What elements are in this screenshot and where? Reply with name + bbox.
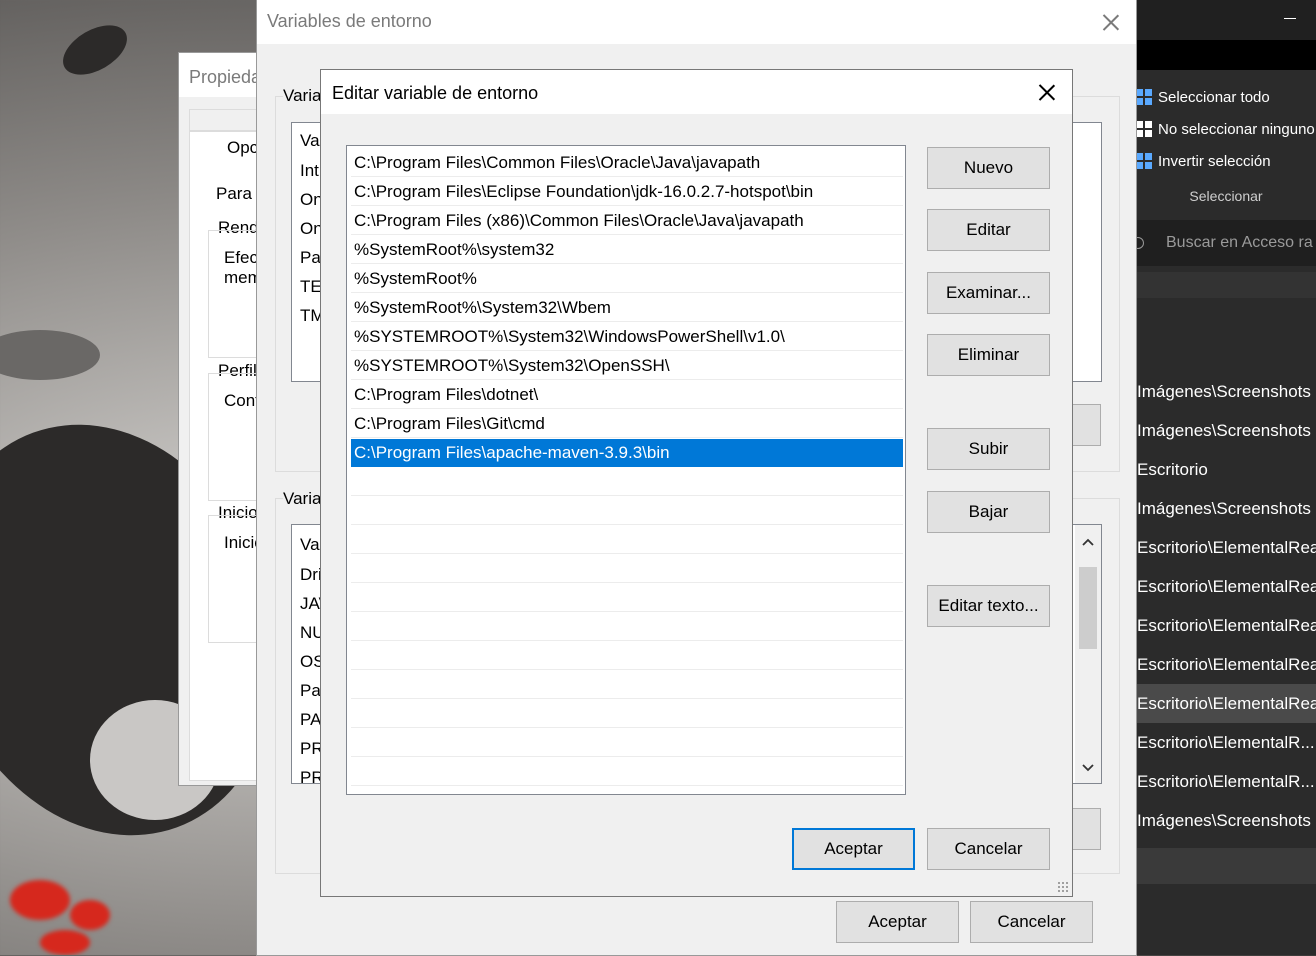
env-cancel-button[interactable]: Cancelar: [970, 901, 1093, 943]
list-item[interactable]: Imágenes\Screenshots: [1136, 801, 1316, 840]
invert-selection-button[interactable]: Invertir selección: [1136, 148, 1271, 174]
empty-row[interactable]: [351, 526, 903, 554]
table-cell[interactable]: TE: [300, 277, 322, 297]
move-down-button[interactable]: Bajar: [927, 491, 1050, 533]
wallpaper-shape: [70, 900, 110, 930]
chevron-up-icon: [1082, 538, 1094, 546]
select-none-icon: [1136, 121, 1152, 137]
browse-button[interactable]: Examinar...: [927, 272, 1050, 314]
quick-access-path-list: Imágenes\Screenshots Imágenes\Screenshot…: [1136, 372, 1316, 840]
empty-row[interactable]: [351, 555, 903, 583]
empty-row[interactable]: [351, 642, 903, 670]
list-item[interactable]: %SYSTEMROOT%\System32\OpenSSH\: [351, 352, 903, 380]
scrollbar[interactable]: [1075, 525, 1101, 783]
list-item[interactable]: Escritorio\ElementalRea: [1136, 528, 1316, 567]
system-variables-label: Varia: [283, 489, 323, 509]
empty-row[interactable]: [351, 729, 903, 757]
list-item[interactable]: C:\Program Files\Common Files\Oracle\Jav…: [351, 149, 903, 177]
scrollbar-graphic: [1079, 538, 1097, 772]
wallpaper-shape: [54, 15, 136, 85]
explorer-tabstrip: [1136, 40, 1316, 70]
explorer-statusbar: [1136, 848, 1316, 884]
chevron-down-icon: [1082, 764, 1094, 772]
user-variables-label: Varia: [283, 86, 323, 106]
window-title: Variables de entorno: [267, 11, 432, 31]
list-item[interactable]: Escritorio\ElementalRea: [1136, 645, 1316, 684]
empty-row[interactable]: [351, 584, 903, 612]
ribbon-group-label: Seleccionar: [1189, 188, 1263, 204]
static-text: Opc: [227, 138, 259, 157]
move-up-button[interactable]: Subir: [927, 428, 1050, 470]
empty-row[interactable]: [351, 497, 903, 525]
empty-row[interactable]: [351, 613, 903, 641]
wallpaper-shape: [10, 880, 70, 920]
list-item[interactable]: Escritorio\ElementalR...: [1136, 723, 1316, 762]
list-item[interactable]: Escritorio\ElementalR...: [1136, 762, 1316, 801]
wallpaper-shape: [0, 330, 100, 380]
minimize-icon[interactable]: [1284, 18, 1296, 19]
explorer-titlebar: [1136, 0, 1316, 40]
static-text: Efec: [224, 248, 259, 267]
file-explorer-window: Seleccionar todo No seleccionar ninguno …: [1136, 0, 1316, 955]
list-item[interactable]: Escritorio\ElementalRea: [1136, 606, 1316, 645]
select-all-icon: [1136, 89, 1152, 105]
close-icon[interactable]: [1039, 84, 1055, 100]
edit-env-variable-dialog: Editar variable de entorno C:\Program Fi…: [320, 69, 1073, 897]
invert-selection-label: Invertir selección: [1158, 152, 1271, 170]
list-item[interactable]: C:\Program Files\dotnet\: [351, 381, 903, 409]
list-item[interactable]: C:\Program Files\Eclipse Foundation\jdk-…: [351, 178, 903, 206]
list-item[interactable]: %SystemRoot%\system32: [351, 236, 903, 264]
select-none-button[interactable]: No seleccionar ninguno: [1136, 116, 1315, 142]
delete-button[interactable]: Eliminar: [927, 334, 1050, 376]
list-item[interactable]: %SystemRoot%\System32\Wbem: [351, 294, 903, 322]
list-item[interactable]: Imágenes\Screenshots: [1136, 372, 1316, 411]
search-icon: [1136, 237, 1144, 249]
list-item[interactable]: Escritorio\ElementalRea: [1136, 567, 1316, 606]
scroll-thumb: [1079, 567, 1097, 649]
select-all-label: Seleccionar todo: [1158, 88, 1270, 106]
list-item[interactable]: C:\Program Files (x86)\Common Files\Orac…: [351, 207, 903, 235]
empty-row[interactable]: [351, 700, 903, 728]
static-text: Conf: [224, 391, 260, 410]
table-cell[interactable]: Dri: [300, 565, 322, 585]
table-cell[interactable]: PA: [300, 710, 321, 730]
list-item-selected[interactable]: C:\Program Files\apache-maven-3.9.3\bin: [351, 439, 903, 467]
wallpaper-shape: [40, 930, 90, 955]
explorer-search-box[interactable]: Buscar en Acceso ra: [1136, 220, 1316, 266]
close-icon[interactable]: [1103, 14, 1119, 30]
edit-dialog-titlebar: Editar variable de entorno: [321, 70, 1072, 114]
env-window-titlebar: Variables de entorno: [257, 0, 1136, 44]
new-button[interactable]: Nuevo: [927, 147, 1050, 189]
resize-grip-icon[interactable]: [1057, 881, 1069, 893]
path-entries-list[interactable]: C:\Program Files\Common Files\Oracle\Jav…: [346, 145, 906, 795]
search-placeholder: Buscar en Acceso ra: [1166, 234, 1313, 251]
empty-row[interactable]: [351, 468, 903, 496]
list-item[interactable]: Imágenes\Screenshots: [1136, 489, 1316, 528]
edit-button[interactable]: Editar: [927, 209, 1050, 251]
list-item[interactable]: C:\Program Files\Git\cmd: [351, 410, 903, 438]
invert-selection-icon: [1136, 153, 1152, 169]
list-item[interactable]: Escritorio: [1136, 450, 1316, 489]
table-cell[interactable]: Int: [300, 161, 319, 181]
cancel-button[interactable]: Cancelar: [927, 828, 1050, 870]
list-item[interactable]: Escritorio\ElementalRea: [1136, 684, 1316, 723]
list-item[interactable]: %SYSTEMROOT%\System32\WindowsPowerShell\…: [351, 323, 903, 351]
select-none-label: No seleccionar ninguno: [1158, 120, 1315, 138]
list-item[interactable]: Imágenes\Screenshots: [1136, 411, 1316, 450]
edit-text-button[interactable]: Editar texto...: [927, 585, 1050, 627]
window-title: Editar variable de entorno: [332, 83, 539, 103]
window-title: Propieda: [189, 67, 262, 87]
list-item[interactable]: %SystemRoot%: [351, 265, 903, 293]
ok-button[interactable]: Aceptar: [792, 828, 915, 870]
empty-row[interactable]: [351, 758, 903, 786]
select-all-button[interactable]: Seleccionar todo: [1136, 84, 1270, 110]
empty-row[interactable]: [351, 671, 903, 699]
env-ok-button[interactable]: Aceptar: [836, 901, 959, 943]
column-header-bar: [1136, 272, 1316, 298]
